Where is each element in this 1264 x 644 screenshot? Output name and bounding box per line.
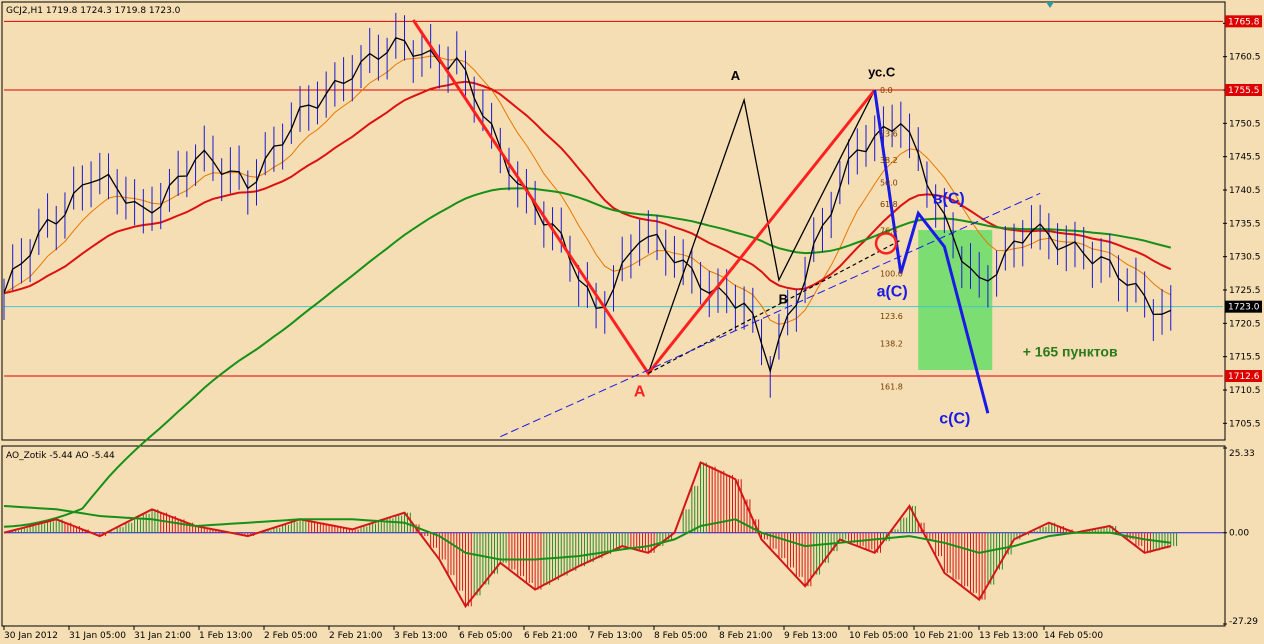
fib-label: 100.0 bbox=[880, 269, 903, 278]
x-tick-label: 2 Feb 05:00 bbox=[264, 631, 318, 641]
fib-label: 38.2 bbox=[880, 156, 898, 165]
fib-label: 138.2 bbox=[880, 339, 903, 348]
fib-label: 61.8 bbox=[880, 200, 898, 209]
y-tick-label: 1730.5 bbox=[1229, 253, 1261, 263]
y-tick-label: 1740.5 bbox=[1229, 186, 1261, 196]
indicator-header: AO_Zotik -5.44 AO -5.44 bbox=[6, 451, 115, 461]
x-tick-label: 6 Feb 21:00 bbox=[524, 631, 578, 641]
y-tick-label: 1715.5 bbox=[1229, 353, 1261, 363]
x-tick-label: 10 Feb 21:00 bbox=[914, 631, 973, 641]
label-black-b: B bbox=[779, 291, 788, 306]
x-tick-label: 10 Feb 05:00 bbox=[849, 631, 908, 641]
x-tick-label: 31 Jan 21:00 bbox=[134, 631, 191, 641]
label-v-c: в(С) bbox=[933, 190, 965, 207]
main-header: GCJ2,H1 1719.8 1724.3 1719.8 1723.0 bbox=[6, 6, 181, 16]
x-tick-label: 9 Feb 13:00 bbox=[784, 631, 838, 641]
profit-zone bbox=[918, 230, 993, 370]
y-tick-label: 1745.5 bbox=[1229, 153, 1261, 163]
ind-y-tick-label: 25.33 bbox=[1229, 449, 1255, 459]
label-c-c: с(С) bbox=[939, 410, 970, 427]
x-tick-label: 8 Feb 05:00 bbox=[654, 631, 708, 641]
chart-window: 0.0 23.6 38.2 50.0 61.8 76.4 100.0 123.6 138.2 16… bbox=[0, 0, 1264, 644]
price-label-level_low: 1712.6 bbox=[1228, 372, 1260, 382]
y-tick-label: 1720.5 bbox=[1229, 319, 1261, 329]
chart-canvas[interactable]: 0.0 23.6 38.2 50.0 61.8 76.4 100.0 123.6 138.2 16… bbox=[0, 0, 1264, 644]
x-tick-label: 14 Feb 05:00 bbox=[1044, 631, 1103, 641]
x-tick-label: 31 Jan 05:00 bbox=[69, 631, 126, 641]
x-tick-label: 1 Feb 13:00 bbox=[199, 631, 253, 641]
price-label-level_high: 1765.8 bbox=[1228, 17, 1260, 27]
price-label-current: 1723.0 bbox=[1228, 303, 1260, 313]
profit-zone-layer bbox=[918, 230, 993, 370]
ind-y-tick-label: -27.29 bbox=[1229, 617, 1258, 627]
ind-y-tick-label: 0.00 bbox=[1229, 529, 1249, 539]
fib-label: 123.6 bbox=[880, 312, 903, 321]
y-tick-label: 1725.5 bbox=[1229, 286, 1261, 296]
x-tick-label: 7 Feb 13:00 bbox=[589, 631, 643, 641]
x-tick-label: 30 Jan 2012 bbox=[4, 631, 58, 641]
x-tick-label: 6 Feb 05:00 bbox=[459, 631, 513, 641]
fib-label: 0.0 bbox=[880, 86, 893, 95]
fib-label: 76.4 bbox=[880, 227, 898, 236]
y-tick-label: 1750.5 bbox=[1229, 119, 1261, 129]
y-tick-label: 1735.5 bbox=[1229, 219, 1261, 229]
label-profit: + 165 пунктов bbox=[1023, 344, 1118, 360]
fib-label: 50.0 bbox=[880, 179, 898, 188]
label-a-c: а(С) bbox=[877, 284, 908, 301]
x-tick-label: 13 Feb 13:00 bbox=[979, 631, 1038, 641]
label-black-a: A bbox=[731, 68, 741, 83]
fib-label: 23.6 bbox=[880, 129, 898, 138]
x-tick-label: 8 Feb 21:00 bbox=[719, 631, 773, 641]
fib-label: 161.8 bbox=[880, 383, 903, 392]
x-tick-label: 2 Feb 21:00 bbox=[329, 631, 383, 641]
label-top-c: ус.С bbox=[868, 65, 896, 80]
y-tick-label: 1705.5 bbox=[1229, 419, 1261, 429]
y-tick-label: 1760.5 bbox=[1229, 53, 1261, 63]
x-tick-label: 3 Feb 13:00 bbox=[394, 631, 448, 641]
y-tick-label: 1710.5 bbox=[1229, 386, 1261, 396]
price-label-level_mid: 1755.5 bbox=[1228, 86, 1260, 96]
label-red-a: A bbox=[634, 384, 646, 401]
